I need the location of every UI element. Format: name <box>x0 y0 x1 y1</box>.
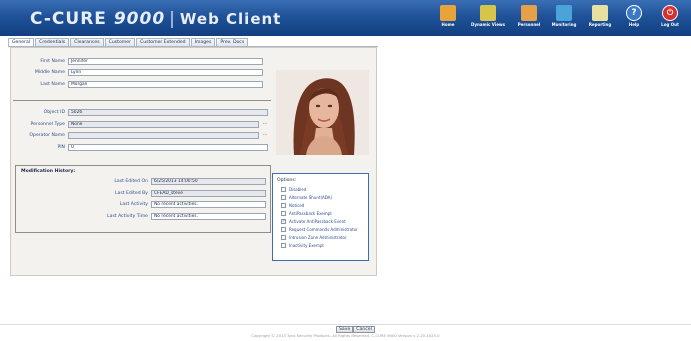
checkbox[interactable] <box>281 211 286 216</box>
home-icon <box>440 5 456 21</box>
operator-name-field[interactable] <box>68 132 259 139</box>
personnel-type-label: Personnel Type <box>30 122 65 127</box>
copyright-text: Copyright © 2013 Tyco Security Products.… <box>251 333 440 338</box>
app-subtitle: Web Client <box>179 10 282 28</box>
reporting-icon <box>592 5 608 21</box>
checkbox[interactable] <box>281 195 286 200</box>
footer-buttons: Save Cancel <box>336 326 375 333</box>
nav-reporting-button[interactable]: Reporting <box>583 2 617 34</box>
checkbox[interactable] <box>281 203 286 208</box>
object-id-field: 5026 <box>68 109 268 116</box>
nav-help-button[interactable]: ? Help <box>617 2 651 34</box>
checkbox-checked[interactable]: ✓ <box>281 219 286 224</box>
first-name-field[interactable]: Jennifer <box>68 58 263 65</box>
section-divider <box>13 100 271 101</box>
nav-personnel-button[interactable]: Personnel <box>512 2 546 34</box>
first-name-label: First Name <box>40 59 65 64</box>
modification-history-box: Modification History: <box>15 165 271 233</box>
checkbox[interactable] <box>281 227 286 232</box>
operator-name-browse-button[interactable]: ... <box>261 132 269 139</box>
checkbox[interactable] <box>281 243 286 248</box>
monitoring-icon <box>556 5 572 21</box>
checkbox[interactable] <box>281 235 286 240</box>
app-header: C-CURE 9000 | Web Client Home Dynamic View… <box>0 0 691 36</box>
middle-name-field[interactable]: Lynn <box>68 69 263 76</box>
last-activity-time-field: No recent activities. <box>151 213 266 220</box>
middle-name-label: Middle Name <box>34 70 65 75</box>
last-edited-on-label: Last Edited On <box>114 179 148 184</box>
checkbox[interactable] <box>281 187 286 192</box>
app-logo: C-CURE 9000 | Web Client <box>30 9 281 29</box>
last-name-label: Last Name <box>40 82 65 87</box>
operator-name-label: Operator Name <box>29 133 65 138</box>
brand-version: 9000 <box>113 9 166 29</box>
footer-divider <box>0 324 691 325</box>
personnel-type-field[interactable]: None <box>68 121 259 128</box>
cancel-button[interactable]: Cancel <box>353 326 375 333</box>
options-box: Options: Disabled Alternate Shunt(ADA) N… <box>272 173 369 261</box>
last-edited-on-field: 6/25/2013 14:00:50 <box>151 178 266 185</box>
nav-logout-button[interactable]: ⏻ Log Out <box>653 2 687 34</box>
last-activity-time-label: Last Activity Time <box>107 214 148 219</box>
pin-label: PIN <box>57 145 65 150</box>
brand-separator: | <box>169 9 176 29</box>
save-button[interactable]: Save <box>336 326 354 333</box>
options-title: Options: <box>277 178 297 183</box>
last-edited-by-label: Last Edited By <box>115 191 148 196</box>
personnel-icon <box>521 5 537 21</box>
modification-history-title: Modification History: <box>21 169 76 174</box>
last-activity-field: No recent activities. <box>151 201 266 208</box>
personnel-type-browse-button[interactable]: ... <box>261 121 269 128</box>
pin-field[interactable]: 0 <box>68 144 268 151</box>
nav-dynamic-views-button[interactable]: Dynamic Views <box>471 2 505 34</box>
nav-monitoring-button[interactable]: Monitoring <box>547 2 581 34</box>
last-name-field[interactable]: Morgan <box>68 81 263 88</box>
brand-name: C-CURE <box>30 9 107 29</box>
logout-icon: ⏻ <box>662 5 678 21</box>
portrait-image <box>276 70 369 155</box>
personnel-photo[interactable] <box>276 70 369 155</box>
nav-home-button[interactable]: Home <box>431 2 465 34</box>
dynamic-views-icon <box>480 5 496 21</box>
help-icon: ? <box>626 5 642 21</box>
object-id-label: Object ID <box>43 110 65 115</box>
last-edited-by-field: CFEAD_steve <box>151 190 266 197</box>
last-activity-label: Last Activity <box>119 202 148 207</box>
